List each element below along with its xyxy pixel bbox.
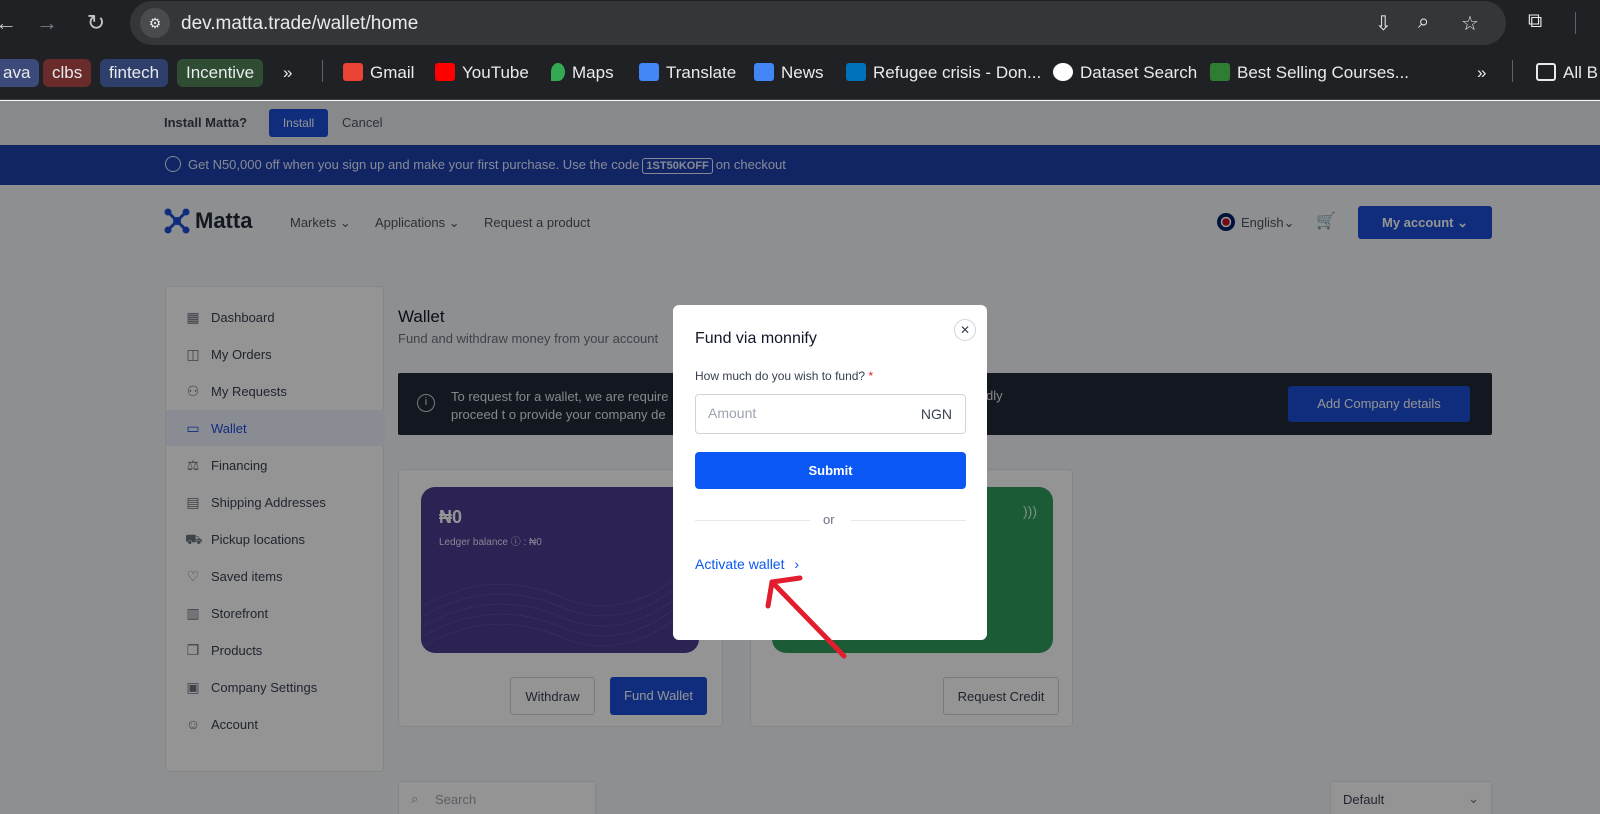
or-separator: or [823, 512, 835, 527]
close-icon[interactable]: ✕ [954, 319, 976, 341]
star-icon[interactable]: ☆ [1461, 11, 1479, 36]
bookmark-maps[interactable]: Maps [551, 59, 614, 87]
bookmark-folder-fintech[interactable]: fintech [100, 59, 169, 87]
more-links-icon[interactable]: » [1477, 59, 1486, 87]
amount-input[interactable] [708, 405, 898, 421]
divider-right [851, 520, 966, 521]
bookmark-dataset-search[interactable]: Dataset Search [1053, 59, 1197, 87]
bookmarks-bar: ava clbs fintech Incentive » Gmail YouTu… [0, 46, 1600, 100]
unhcr-icon [846, 63, 866, 81]
zoom-icon[interactable]: ⌕ [1418, 11, 1429, 34]
amount-label: How much do you wish to fund? * [695, 369, 874, 383]
chevron-right-icon: › [794, 556, 800, 572]
bookmark-best-selling-courses[interactable]: Best Selling Courses... [1210, 59, 1409, 87]
bookmark-translate[interactable]: Translate [639, 59, 736, 87]
more-bookmarks-icon[interactable]: » [283, 59, 292, 87]
bookmark-gmail[interactable]: Gmail [343, 59, 414, 87]
amount-field[interactable]: NGN [695, 394, 966, 434]
folder-icon [1536, 63, 1556, 81]
bookmark-folder-ava[interactable]: ava [0, 59, 40, 87]
bookmark-refugee-crisis[interactable]: Refugee crisis - Don... [846, 59, 1041, 87]
bookmark-folder-clbs[interactable]: clbs [43, 59, 92, 87]
back-icon[interactable]: ← [0, 9, 20, 37]
gmail-icon [343, 63, 363, 81]
divider-left [695, 520, 810, 521]
translate-icon [639, 63, 659, 81]
bookmarks-divider-right [1512, 60, 1513, 82]
site-settings-icon[interactable]: ⚙ [140, 8, 170, 38]
youtube-icon [435, 63, 455, 81]
bookmarks-divider [322, 60, 323, 82]
install-app-icon[interactable]: ⇩ [1375, 11, 1392, 36]
toolbar-divider [1575, 12, 1576, 34]
maps-icon [551, 63, 565, 81]
url-text[interactable]: dev.matta.trade/wallet/home [181, 13, 418, 35]
courses-icon [1210, 63, 1230, 81]
bookmark-news[interactable]: News [754, 59, 824, 87]
bookmark-youtube[interactable]: YouTube [435, 59, 529, 87]
reload-icon[interactable]: ↻ [82, 9, 110, 37]
google-icon [1053, 63, 1073, 81]
browser-toolbar: ← → ↻ ⚙ dev.matta.trade/wallet/home ⇩ ⌕ … [0, 0, 1600, 46]
forward-icon[interactable]: → [33, 9, 61, 37]
all-bookmarks[interactable]: All B [1536, 59, 1598, 87]
news-icon [754, 63, 774, 81]
activate-wallet-link[interactable]: Activate wallet › [695, 556, 799, 572]
extensions-icon[interactable]: ⧉ [1528, 10, 1542, 33]
bookmark-folder-incentive[interactable]: Incentive [177, 59, 264, 87]
modal-title: Fund via monnify [695, 330, 817, 347]
submit-button[interactable]: Submit [695, 452, 966, 489]
currency-label: NGN [920, 406, 952, 422]
address-bar[interactable]: ⚙ dev.matta.trade/wallet/home ⇩ ⌕ ☆ [130, 1, 1506, 45]
annotation-arrow [765, 575, 847, 659]
